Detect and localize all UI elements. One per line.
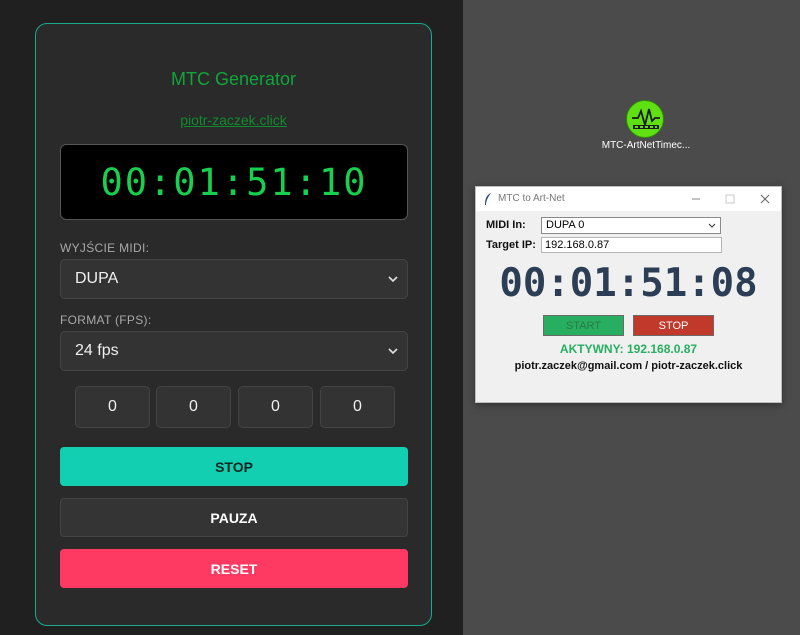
mtc-artnet-window: MTC to Art-Net MIDI In: DUPA 0 Target IP… <box>475 186 782 403</box>
window-titlebar[interactable]: MTC to Art-Net <box>476 187 781 211</box>
received-timecode: 00:01:51:08 <box>499 261 758 306</box>
feather-icon <box>485 193 491 205</box>
timecode-display: 00:01:51:10 <box>60 144 408 220</box>
window-title: MTC to Art-Net <box>498 193 565 204</box>
start-button[interactable]: START <box>543 315 624 336</box>
desktop-shortcut-label: MTC-ArtNetTimec... <box>601 140 691 151</box>
waveform-icon <box>626 100 664 138</box>
author-link[interactable]: piotr-zaczek.click <box>36 112 431 128</box>
contact-text: piotr.zaczek@gmail.com / piotr-zaczek.cl… <box>514 360 743 372</box>
pause-button[interactable]: PAUZA <box>60 498 408 537</box>
maximize-icon[interactable] <box>722 191 738 207</box>
reset-button[interactable]: RESET <box>60 549 408 588</box>
midi-output-select[interactable]: DUPA <box>60 259 408 299</box>
midi-in-value: DUPA 0 <box>546 219 585 231</box>
page-title: MTC Generator <box>170 69 297 89</box>
browser-viewport: MTC Generator piotr-zaczek.click 00:01:5… <box>0 0 463 635</box>
stop-button[interactable]: STOP <box>60 447 408 486</box>
target-ip-label: Target IP: <box>486 239 536 251</box>
target-ip-input[interactable]: 192.168.0.87 <box>541 237 722 253</box>
desktop-shortcut[interactable]: MTC-ArtNetTimec... <box>598 100 694 156</box>
midi-in-select[interactable]: DUPA 0 <box>541 217 721 234</box>
hours-input[interactable]: 0 <box>75 386 150 428</box>
close-icon[interactable] <box>757 191 773 207</box>
chevron-down-icon <box>388 276 398 283</box>
midi-in-label: MIDI In: <box>486 219 526 231</box>
chevron-down-icon <box>708 223 716 228</box>
minimize-icon[interactable] <box>688 191 704 207</box>
midi-output-value: DUPA <box>75 270 119 287</box>
format-value: 24 fps <box>75 342 119 359</box>
format-label: FORMAT (FPS): <box>60 313 152 327</box>
frames-input[interactable]: 0 <box>320 386 395 428</box>
stop-button[interactable]: STOP <box>633 315 714 336</box>
format-select[interactable]: 24 fps <box>60 331 408 371</box>
midi-output-label: WYJŚCIE MIDI: <box>60 241 150 255</box>
seconds-input[interactable]: 0 <box>238 386 313 428</box>
minutes-input[interactable]: 0 <box>156 386 231 428</box>
chevron-down-icon <box>388 348 398 355</box>
status-text: AKTYWNY: 192.168.0.87 <box>559 342 698 356</box>
offset-inputs: 0 0 0 0 <box>75 386 395 428</box>
mtc-generator-card: MTC Generator piotr-zaczek.click 00:01:5… <box>35 23 432 626</box>
